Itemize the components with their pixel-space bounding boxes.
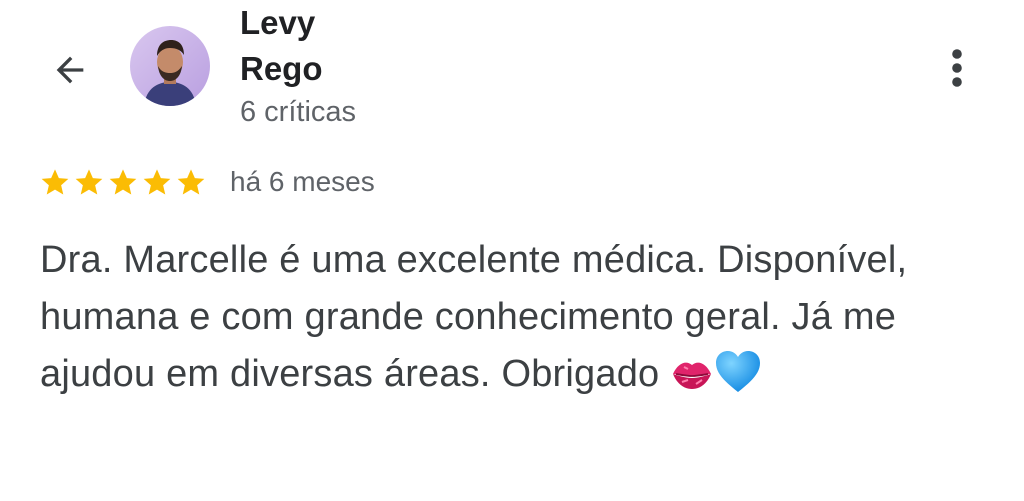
star-icon — [41, 169, 69, 195]
avatar-photo — [130, 26, 210, 106]
star-icon — [143, 169, 171, 195]
review-body: Dra. Marcelle é uma excelente médica. Di… — [40, 239, 908, 395]
star-icon — [109, 169, 137, 195]
back-button[interactable] — [44, 44, 96, 96]
reviewer-info: Levy Rego 6 críticas — [240, 0, 360, 132]
more-vert-icon — [952, 49, 962, 87]
star-rating — [38, 166, 208, 198]
review-text: Dra. Marcelle é uma excelente médica. Di… — [40, 232, 1000, 411]
review-date: há 6 meses — [230, 166, 375, 197]
reviewer-name[interactable]: Levy Rego — [240, 0, 360, 92]
review-count[interactable]: 6 críticas — [240, 92, 360, 132]
avatar[interactable] — [130, 26, 210, 106]
arrow-back-icon — [56, 56, 84, 84]
star-icon — [75, 169, 103, 195]
more-options-button[interactable] — [934, 40, 980, 96]
star-icon — [177, 169, 205, 195]
kiss-mark-icon — [670, 354, 714, 411]
rating-row: há 6 meses — [38, 160, 375, 204]
blue-heart-icon — [714, 350, 762, 411]
